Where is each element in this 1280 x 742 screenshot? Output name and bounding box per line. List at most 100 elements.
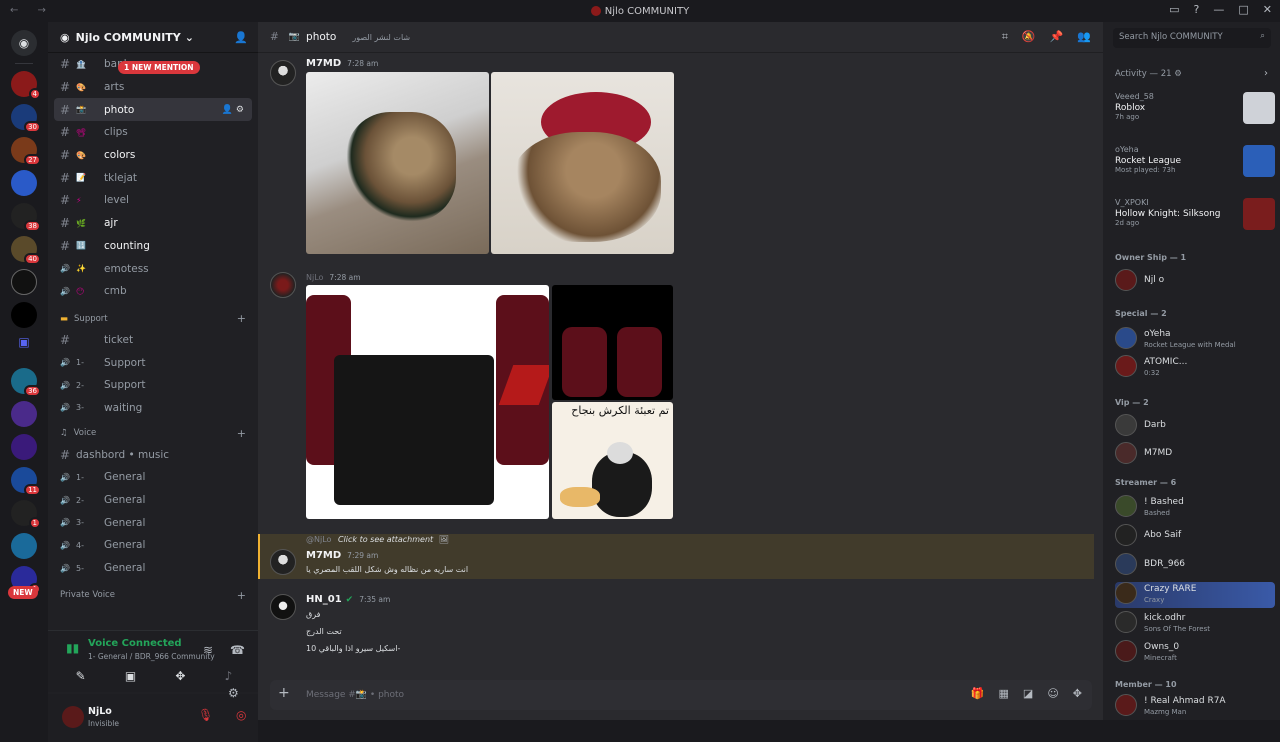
noise-suppression-icon[interactable]: ≋: [203, 643, 213, 657]
add-channel-icon[interactable]: +: [237, 427, 246, 440]
server-icon[interactable]: 27: [11, 137, 41, 166]
voice-channel-2[interactable]: 🔊 2- General: [48, 489, 258, 512]
close-icon[interactable]: ✕: [1263, 3, 1272, 16]
activity-card[interactable]: V_XPOKI Hollow Knight: Silksong 2d ago: [1115, 198, 1275, 230]
server-icon[interactable]: [11, 302, 37, 328]
message-input[interactable]: + Message #📸 • photo 🎁 ▦ ◪ ☺ ✥: [270, 680, 1092, 710]
server-icon[interactable]: [11, 401, 37, 427]
settings-gear-icon[interactable]: ⚙: [228, 686, 239, 700]
server-icon[interactable]: 1: [11, 500, 41, 529]
channel-support-3[interactable]: 🔊 3- waiting: [48, 397, 258, 420]
server-icon[interactable]: [11, 170, 37, 196]
channel-clips[interactable]: # 📽 clips: [48, 121, 258, 144]
channel-tklejat[interactable]: # 📝 tklejat: [48, 166, 258, 189]
activity-header[interactable]: Activity — 21 ⚙: [1115, 69, 1182, 79]
category-voice[interactable]: ♫ Voice +: [48, 423, 258, 443]
member-item[interactable]: ATOMIC... 0:32: [1115, 355, 1275, 381]
member-item[interactable]: Owns_0 Minecraft: [1115, 640, 1275, 666]
member-item[interactable]: Darb: [1115, 414, 1275, 440]
server-icon[interactable]: 11: [11, 467, 41, 496]
hoodie-thumbnail-image[interactable]: [552, 285, 673, 400]
screen-share-icon[interactable]: ▣: [125, 669, 136, 689]
member-list-icon[interactable]: 👥: [1077, 30, 1091, 44]
activity-card[interactable]: oYeha Rocket League Most played: 73h: [1115, 145, 1275, 177]
meme-image[interactable]: تم تعبئة الكرش بنجاح: [552, 402, 673, 519]
sticker-icon[interactable]: ◪: [1023, 687, 1033, 700]
cat-sweater-image[interactable]: [306, 72, 489, 254]
nav-arrows[interactable]: ← →: [10, 5, 54, 16]
member-item[interactable]: kick.odhr Sons Of The Forest: [1115, 611, 1275, 637]
channel-level[interactable]: # ⚡ level: [48, 189, 258, 212]
member-item[interactable]: ! Real Ahmad R7A Mazmg Man: [1115, 694, 1275, 720]
channel-ajr[interactable]: # 🌿 ajr: [48, 212, 258, 235]
cat-beret-image[interactable]: [491, 72, 674, 254]
hoodie-image[interactable]: [306, 285, 549, 519]
member-item[interactable]: oYeha Rocket League with Medal: [1115, 327, 1275, 353]
emoji-icon[interactable]: ☺: [1047, 687, 1058, 700]
new-unread-pill[interactable]: NEW: [8, 586, 38, 599]
guild-header[interactable]: ◉ Njlo COMMUNITY ⌄ 👤: [48, 22, 258, 53]
maximize-icon[interactable]: □: [1238, 3, 1248, 16]
message-author[interactable]: M7MD: [306, 550, 341, 561]
voice-connected-subtitle[interactable]: 1- General / BDR_966 Community: [88, 652, 215, 661]
channel-counting[interactable]: # 🔢 counting: [48, 235, 258, 258]
threads-icon[interactable]: ⌗: [1002, 30, 1008, 44]
member-item[interactable]: ! Bashed Bashed: [1115, 495, 1275, 521]
server-icon[interactable]: 4: [11, 71, 41, 100]
message-author[interactable]: M7MD: [306, 58, 341, 69]
pencil-icon[interactable]: ✎: [76, 669, 86, 689]
member-item[interactable]: M7MD: [1115, 442, 1275, 468]
server-icon[interactable]: 40: [11, 236, 41, 265]
activity-card[interactable]: Veeed_58 Roblox 7h ago: [1115, 92, 1275, 124]
server-icon[interactable]: 38: [11, 203, 41, 232]
help-icon[interactable]: ?: [1194, 3, 1200, 16]
voice-channel-5[interactable]: 🔊 5- General: [48, 557, 258, 580]
add-attachment-icon[interactable]: +: [278, 685, 290, 701]
activity-icon[interactable]: ✥: [175, 669, 185, 689]
channel-photo[interactable]: # 📸 photo 👤 ⚙: [54, 98, 252, 122]
voice-channel-4[interactable]: 🔊 4- General: [48, 534, 258, 557]
member-item[interactable]: Abo Saif: [1115, 524, 1275, 550]
avatar[interactable]: [270, 272, 296, 298]
pin-icon[interactable]: 📌: [1050, 30, 1064, 44]
server-icon[interactable]: 36: [11, 368, 41, 397]
voice-channel-0[interactable]: # dashbord • music: [48, 443, 258, 466]
new-mention-pill[interactable]: 1 NEW MENTION: [118, 61, 200, 74]
channel-arts[interactable]: # 🎨 arts: [48, 76, 258, 99]
channel-support-1[interactable]: 🔊 1- Support: [48, 351, 258, 374]
member-item[interactable]: BDR_966: [1115, 553, 1275, 579]
server-icon[interactable]: [11, 269, 37, 295]
channel-emotess[interactable]: 🔊 ✨ emotess: [48, 257, 258, 280]
add-channel-icon[interactable]: +: [237, 312, 246, 325]
reply-author[interactable]: @NjLo: [306, 535, 331, 544]
minimize-icon[interactable]: —: [1213, 3, 1224, 16]
category-support[interactable]: ▬ Support +: [48, 309, 258, 329]
discord-home-icon[interactable]: ◉: [11, 30, 37, 56]
search-input[interactable]: Search Njlo COMMUNITY ⌕: [1113, 28, 1271, 48]
inbox-icon[interactable]: ▭: [1169, 3, 1179, 16]
channel-settings-icon[interactable]: 👤 ⚙: [222, 105, 244, 115]
server-icon[interactable]: ▣: [11, 335, 37, 361]
reply-preview[interactable]: Click to see attachment: [338, 535, 433, 544]
member-item[interactable]: Njl o: [1115, 269, 1275, 295]
gif-icon[interactable]: ▦: [999, 687, 1009, 700]
chevron-right-icon[interactable]: ›: [1264, 68, 1268, 79]
apps-icon[interactable]: ✥: [1073, 687, 1082, 700]
channel-support-2[interactable]: 🔊 2- Support: [48, 374, 258, 397]
gift-icon[interactable]: 🎁: [971, 687, 985, 700]
voice-channel-1[interactable]: 🔊 1- General: [48, 466, 258, 489]
avatar[interactable]: [270, 60, 296, 86]
disconnect-icon[interactable]: ☎: [230, 643, 245, 657]
add-member-icon[interactable]: 👤: [234, 31, 248, 44]
add-channel-icon[interactable]: +: [237, 589, 246, 602]
notification-bell-icon[interactable]: 🔕: [1022, 30, 1036, 44]
channel-support-0[interactable]: # ticket: [48, 329, 258, 352]
message-author[interactable]: HN_01: [306, 594, 342, 605]
voice-channel-3[interactable]: 🔊 3- General: [48, 511, 258, 534]
channel-cmb[interactable]: 🔊 😶 cmb: [48, 280, 258, 303]
channel-topic[interactable]: شات لنشر الصور: [352, 33, 410, 42]
channel-colors[interactable]: # 🎨 colors: [48, 144, 258, 167]
avatar[interactable]: [270, 549, 296, 575]
message-author[interactable]: NjLo: [306, 273, 323, 282]
server-icon[interactable]: [11, 434, 37, 460]
